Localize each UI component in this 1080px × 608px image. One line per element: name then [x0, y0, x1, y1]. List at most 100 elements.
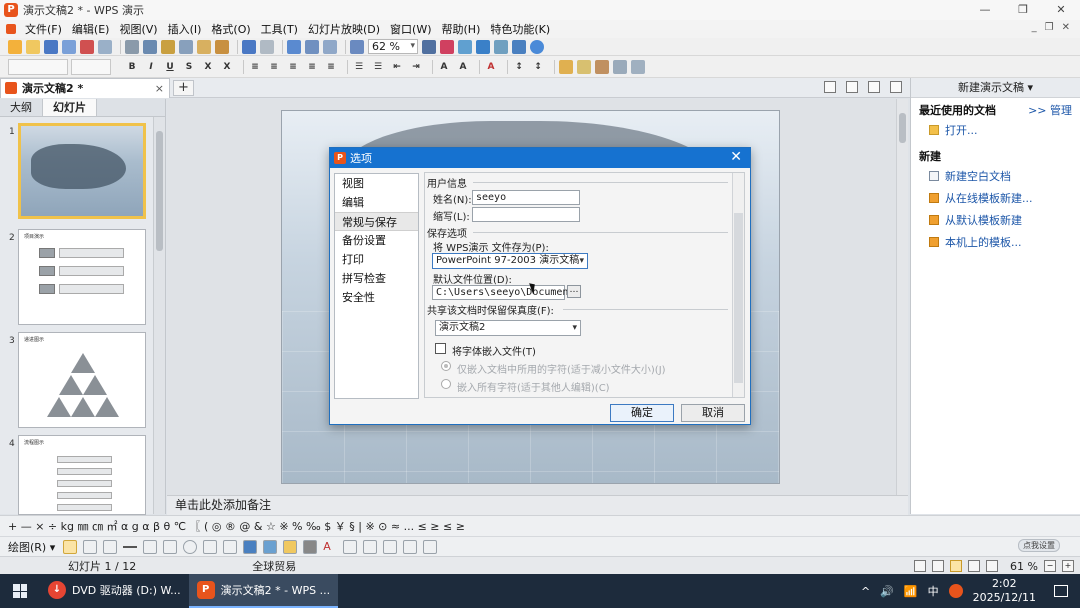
view-toggle-icon[interactable]: [824, 81, 836, 93]
menu-slideshow[interactable]: 幻灯片放映(D): [303, 21, 385, 37]
export-pdf-icon[interactable]: [80, 39, 94, 54]
bold-icon[interactable]: B: [125, 60, 139, 74]
indent-decrease-icon[interactable]: ⇤: [390, 60, 404, 74]
menu-features[interactable]: 特色功能(K): [485, 21, 555, 37]
doc-minimize-button[interactable]: _: [1032, 22, 1037, 33]
menu-window[interactable]: 窗口(W): [385, 21, 436, 37]
nav-edit[interactable]: 编辑: [335, 193, 418, 212]
default-location-input[interactable]: C:\Users\seeyo\Documents: [432, 285, 581, 300]
rectangle-icon[interactable]: [163, 539, 178, 554]
align-center-icon[interactable]: ≡: [267, 60, 281, 74]
dash-style-icon[interactable]: [363, 539, 378, 554]
menu-help[interactable]: 帮助(H): [437, 21, 486, 37]
font-shrink-icon[interactable]: A: [456, 60, 470, 74]
default-template-link[interactable]: 从默认模板新建: [911, 208, 1080, 230]
toolbar-options-icon[interactable]: [631, 59, 645, 74]
abbr-input[interactable]: [472, 207, 580, 222]
format-painter-icon[interactable]: [215, 39, 229, 54]
tab-outline[interactable]: 大纲: [0, 99, 42, 116]
save-as-icon[interactable]: [62, 39, 76, 54]
network-icon[interactable]: 📶: [904, 585, 918, 598]
print-icon[interactable]: [98, 39, 112, 54]
textbox-icon[interactable]: [203, 539, 218, 554]
new-blank-link[interactable]: 新建空白文档: [911, 164, 1080, 186]
open-folder-icon[interactable]: [26, 39, 40, 54]
options-scrollbar[interactable]: [732, 173, 744, 397]
slide-thumbnail-4[interactable]: 流程图示: [18, 435, 146, 515]
symbol-list[interactable]: + — × ÷ kg ㎜ ㎝ ㎡ α g α β θ ℃ 〖 ( ◎ ® @ &…: [8, 518, 465, 534]
insert-table-icon[interactable]: [287, 39, 301, 54]
slideshow-view-icon[interactable]: [986, 560, 999, 572]
start-button[interactable]: [0, 574, 40, 608]
wordart-icon[interactable]: [243, 539, 258, 554]
scrollbar-thumb[interactable]: [899, 113, 906, 143]
normal-view-icon[interactable]: [950, 560, 963, 572]
vertical-textbox-icon[interactable]: [223, 539, 238, 554]
menu-format[interactable]: 格式(O): [206, 21, 255, 37]
close-button[interactable]: ✕: [1042, 0, 1080, 20]
tab-slides[interactable]: 幻灯片: [42, 99, 97, 116]
insert-chart-icon[interactable]: [305, 39, 319, 54]
sync-icon[interactable]: [458, 39, 472, 54]
italic-icon[interactable]: I: [144, 60, 158, 74]
table-icon[interactable]: [613, 59, 627, 74]
arrow-style-icon[interactable]: [383, 539, 398, 554]
maximize-button[interactable]: ❐: [1004, 0, 1042, 20]
ok-button[interactable]: 确定: [610, 404, 674, 422]
fill-color-icon[interactable]: [283, 539, 298, 554]
doc-tab-presentation2[interactable]: 演示文稿2 * ×: [0, 77, 170, 98]
paste-icon[interactable]: [197, 39, 211, 54]
scrollbar-thumb[interactable]: [734, 213, 743, 383]
superscript-icon[interactable]: X: [201, 60, 215, 74]
help-icon[interactable]: [530, 39, 544, 54]
cancel-button[interactable]: 取消: [681, 404, 745, 422]
window-list-icon[interactable]: [846, 81, 858, 93]
taskbar-item-wps[interactable]: P 演示文稿2 * - WPS ...: [188, 574, 339, 608]
undo-icon[interactable]: [242, 39, 256, 54]
subscript-icon[interactable]: X: [220, 60, 234, 74]
select-pointer-icon[interactable]: [63, 539, 78, 554]
language-icon[interactable]: [914, 560, 927, 572]
slide-thumbnail-3[interactable]: 递进图示: [18, 332, 146, 428]
save-format-select[interactable]: PowerPoint 97-2003 演示文稿: [432, 253, 588, 269]
underline-icon[interactable]: U: [163, 60, 177, 74]
line-spacing-icon[interactable]: ↕: [512, 60, 526, 74]
minimize-button[interactable]: —: [966, 0, 1004, 20]
open-link[interactable]: 打开...: [911, 118, 1080, 140]
new-slide-icon[interactable]: [595, 59, 609, 74]
rotate-icon[interactable]: [83, 539, 98, 554]
manage-link[interactable]: >> 管理: [1028, 102, 1072, 118]
volume-icon[interactable]: 🔊: [880, 585, 894, 598]
nav-print[interactable]: 打印: [335, 250, 418, 269]
align-left-icon[interactable]: ≡: [248, 60, 262, 74]
numbering-icon[interactable]: ☰: [352, 60, 366, 74]
slide-thumbnail-1[interactable]: [18, 123, 146, 219]
paragraph-spacing-icon[interactable]: ↕: [531, 60, 545, 74]
wps-tray-icon[interactable]: [948, 584, 963, 598]
show-grid-icon[interactable]: [323, 39, 337, 54]
draw-menu[interactable]: 绘图(R) ▾: [8, 539, 55, 555]
font-grow-icon[interactable]: A: [437, 60, 451, 74]
symbol-bar[interactable]: + — × ÷ kg ㎜ ㎝ ㎡ α g α β θ ℃ 〖 ( ◎ ® @ &…: [0, 515, 1080, 536]
align-right-icon[interactable]: ≡: [286, 60, 300, 74]
insert-link-icon[interactable]: [476, 39, 490, 54]
nav-spell-check[interactable]: 拼写检查: [335, 269, 418, 288]
font-color-icon[interactable]: A: [323, 540, 337, 554]
insert-picture-icon[interactable]: [263, 539, 278, 554]
nav-security[interactable]: 安全性: [335, 288, 418, 307]
shadow-icon[interactable]: S: [182, 60, 196, 74]
design-template-icon[interactable]: [559, 59, 573, 74]
find-icon[interactable]: [422, 39, 436, 54]
nav-general-save[interactable]: 常规与保存: [335, 212, 418, 231]
slide-sorter-view-icon[interactable]: [968, 560, 981, 572]
nav-backup[interactable]: 备份设置: [335, 231, 418, 250]
bullets-icon[interactable]: ☰: [371, 60, 385, 74]
taskbar-item-dvd[interactable]: ↓ DVD 驱动器 (D:) W...: [40, 574, 189, 608]
menu-insert[interactable]: 插入(I): [163, 21, 207, 37]
menu-view[interactable]: 视图(V): [114, 21, 162, 37]
ellipse-icon[interactable]: [183, 539, 198, 554]
edit-area-scrollbar[interactable]: [896, 99, 908, 495]
scrollbar-thumb[interactable]: [156, 131, 163, 251]
local-template-link[interactable]: 本机上的模板...: [911, 230, 1080, 252]
shadow-style-icon[interactable]: [403, 539, 418, 554]
